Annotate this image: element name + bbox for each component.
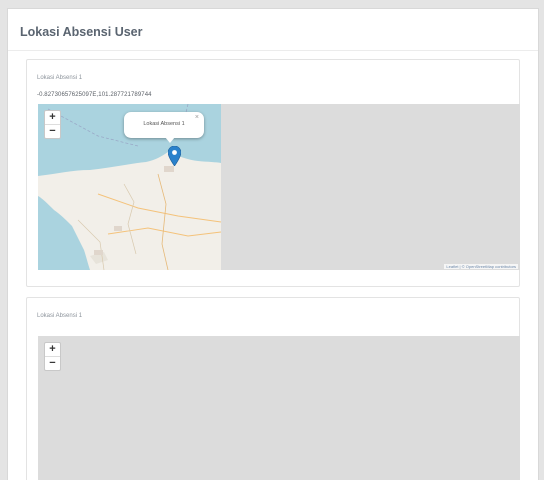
card-label: Lokasi Absensi 1 bbox=[37, 313, 83, 319]
zoom-out-button[interactable]: − bbox=[45, 125, 60, 138]
zoom-in-button[interactable]: + bbox=[45, 343, 60, 357]
page-frame: Lokasi Absensi User Lokasi Absensi 1 -0.… bbox=[7, 8, 539, 480]
popup-text: Lokasi Absensi 1 bbox=[143, 121, 185, 127]
zoom-in-button[interactable]: + bbox=[45, 111, 60, 125]
popup-tip bbox=[165, 137, 175, 143]
title-divider bbox=[8, 50, 538, 51]
page-title: Lokasi Absensi User bbox=[20, 25, 143, 39]
card-label: Lokasi Absensi 1 bbox=[37, 75, 83, 81]
zoom-control: + − bbox=[44, 110, 61, 139]
map-marker-icon[interactable] bbox=[167, 145, 182, 171]
location-card-1: Lokasi Absensi 1 -0.82730657625097E,101.… bbox=[26, 59, 520, 287]
map-popup: × Lokasi Absensi 1 bbox=[124, 112, 204, 143]
close-icon[interactable]: × bbox=[195, 114, 199, 121]
location-card-2: Lokasi Absensi 1 + − bbox=[26, 297, 520, 480]
zoom-control: + − bbox=[44, 342, 61, 371]
zoom-out-button[interactable]: − bbox=[45, 357, 60, 370]
map-view-1[interactable]: + − × Lokasi Absensi 1 Leaflet | © OpenS… bbox=[38, 104, 520, 270]
map-view-2[interactable]: + − bbox=[38, 336, 520, 480]
map-tiles bbox=[38, 104, 222, 270]
coordinates-text: -0.82730657625097E,101.287721789744 bbox=[37, 92, 152, 98]
map-attribution[interactable]: Leaflet | © OpenStreetMap contributors bbox=[444, 264, 518, 269]
